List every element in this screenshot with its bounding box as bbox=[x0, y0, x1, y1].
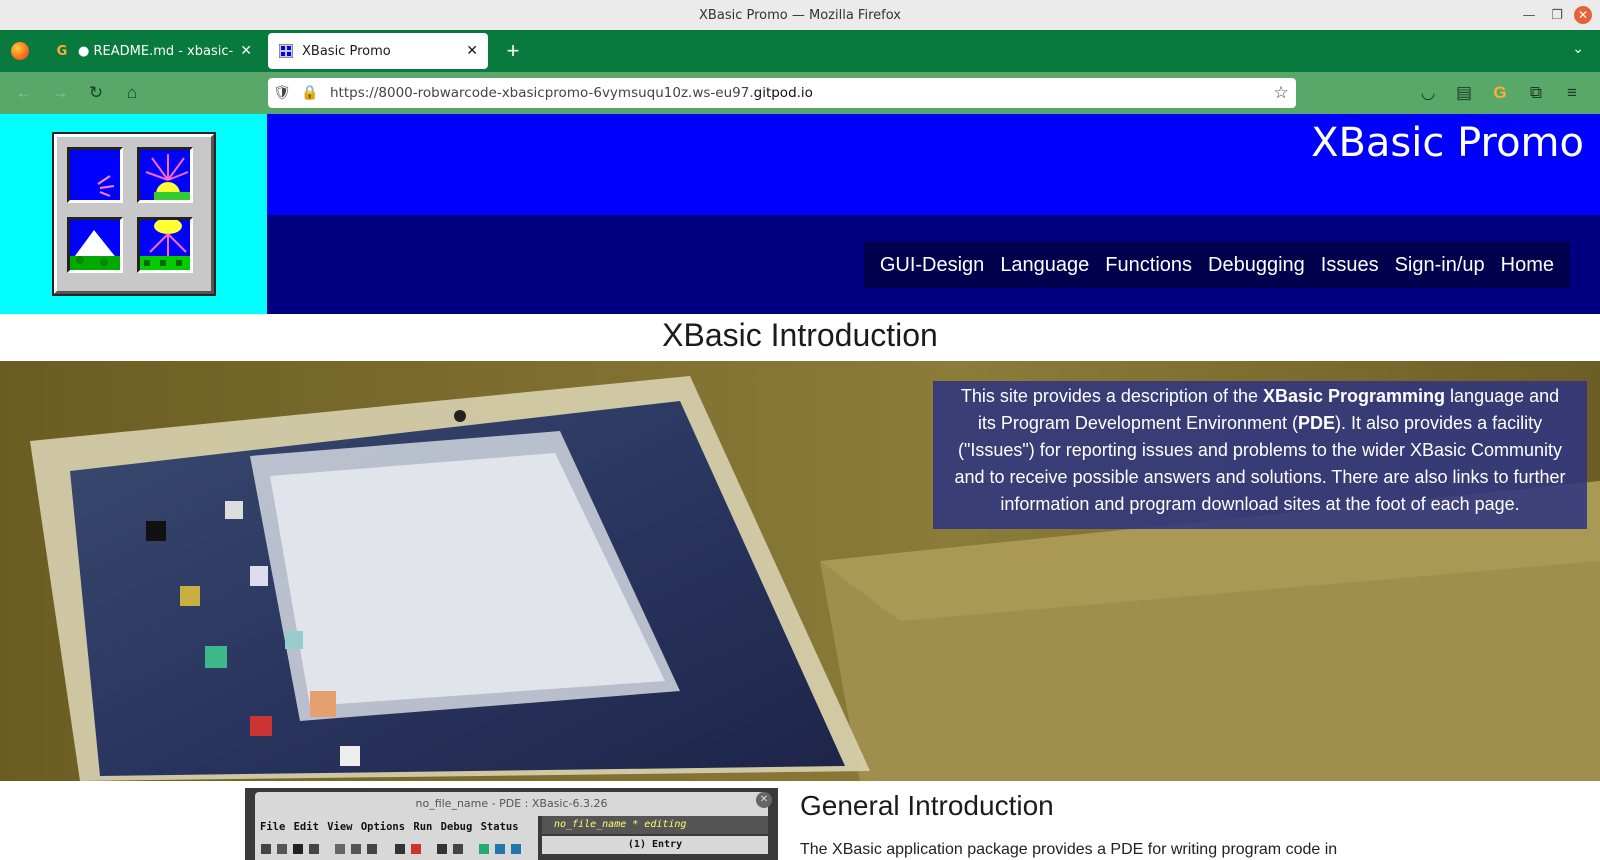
url-prefix: https://8000-robwarcode-xbasicpromo-6vym… bbox=[330, 85, 754, 101]
site-banner: XBasic Promo bbox=[267, 114, 1600, 215]
general-intro-heading: General Introduction bbox=[800, 790, 1054, 821]
window-titlebar: XBasic Promo — Mozilla Firefox — ❐ ✕ bbox=[0, 0, 1600, 30]
pde-status: no_file_name * editing bbox=[542, 816, 768, 834]
home-icon[interactable]: ⌂ bbox=[114, 75, 150, 111]
extensions-icon[interactable]: ⧉ bbox=[1518, 75, 1554, 111]
gitpod-icon: G bbox=[56, 43, 68, 59]
page-content: XBasic Promo GUI-Design Language Functio… bbox=[0, 114, 1600, 860]
reader-view-icon[interactable]: ▤ bbox=[1446, 75, 1482, 111]
firefox-logo-icon bbox=[0, 30, 40, 72]
bookmark-star-icon[interactable]: ☆ bbox=[1266, 83, 1296, 103]
pde-screenshot: no_file_name - PDE : XBasic-6.3.26 ✕ Fil… bbox=[245, 788, 778, 860]
url-bar[interactable]: 🛡 🔒 https://8000-robwarcode-xbasicpromo-… bbox=[268, 78, 1296, 108]
intro-bold-pde: PDE bbox=[1298, 413, 1336, 433]
pocket-icon[interactable]: ◡ bbox=[1410, 75, 1446, 111]
tab-readme[interactable]: G ● README.md - xbasic-pro ✕ bbox=[44, 33, 262, 69]
reload-icon[interactable]: ↻ bbox=[78, 75, 114, 111]
list-all-tabs-icon[interactable]: ⌄ bbox=[1572, 40, 1584, 57]
xbasic-logo[interactable] bbox=[54, 134, 214, 294]
logo-cell-sky bbox=[67, 147, 123, 203]
pde-toolbar bbox=[255, 838, 538, 860]
intro-text: This site provides a description of the bbox=[960, 386, 1263, 406]
app-menu-icon[interactable]: ≡ bbox=[1554, 75, 1590, 111]
lock-icon[interactable]: 🔒 bbox=[296, 85, 324, 101]
tab-label: XBasic Promo bbox=[302, 43, 391, 59]
site-nav-bar: GUI-Design Language Functions Debugging … bbox=[267, 215, 1600, 314]
pde-close-icon: ✕ bbox=[756, 792, 772, 808]
tab-xbasic-promo[interactable]: XBasic Promo ✕ bbox=[268, 33, 488, 69]
nav-gui-design[interactable]: GUI-Design bbox=[872, 254, 992, 277]
maximize-icon[interactable]: ❐ bbox=[1546, 5, 1568, 25]
tracking-protection-icon[interactable]: 🛡 bbox=[268, 85, 296, 101]
logo-cell-mountain bbox=[67, 217, 123, 273]
nav-debugging[interactable]: Debugging bbox=[1200, 254, 1313, 277]
nav-sign-in-up[interactable]: Sign-in/up bbox=[1387, 254, 1493, 277]
intro-description-card: This site provides a description of the … bbox=[933, 381, 1587, 529]
nav-functions[interactable]: Functions bbox=[1097, 254, 1200, 277]
intro-bold-xbasic: XBasic Programming bbox=[1262, 386, 1446, 406]
general-intro-text: The XBasic application package provides … bbox=[800, 841, 1338, 858]
close-window-icon[interactable]: ✕ bbox=[1574, 6, 1592, 24]
url-host: gitpod.io bbox=[753, 85, 813, 101]
main-navigation: GUI-Design Language Functions Debugging … bbox=[863, 242, 1570, 288]
back-icon[interactable]: ← bbox=[6, 75, 42, 111]
intro-heading: XBasic Introduction bbox=[662, 317, 938, 353]
gitpod-extension-icon[interactable]: G bbox=[1482, 75, 1518, 111]
toolbar-right: ◡ ▤ G ⧉ ≡ bbox=[1410, 75, 1590, 111]
minimize-icon[interactable]: — bbox=[1518, 5, 1540, 25]
navigation-toolbar: ← → ↻ ⌂ 🛡 🔒 https://8000-robwarcode-xbas… bbox=[0, 72, 1600, 114]
window-controls: — ❐ ✕ bbox=[1518, 5, 1592, 25]
forward-icon[interactable]: → bbox=[42, 75, 78, 111]
window-title: XBasic Promo — Mozilla Firefox bbox=[699, 7, 901, 23]
pde-entry: (1) Entry bbox=[542, 836, 768, 854]
logo-cell-sunset bbox=[137, 217, 193, 273]
xbasic-favicon-icon bbox=[278, 43, 294, 59]
tab-label: ● README.md - xbasic-pro bbox=[78, 43, 234, 59]
hero-image: This site provides a description of the … bbox=[0, 361, 1600, 781]
nav-language[interactable]: Language bbox=[992, 254, 1097, 277]
tab-bar: G ● README.md - xbasic-pro ✕ XBasic Prom… bbox=[0, 30, 1600, 72]
nav-issues[interactable]: Issues bbox=[1313, 254, 1387, 277]
pde-window-title: no_file_name - PDE : XBasic-6.3.26 bbox=[255, 792, 768, 816]
pde-menu: File Edit View Options Run Debug Status … bbox=[255, 816, 538, 855]
new-tab-icon[interactable]: + bbox=[500, 38, 526, 64]
logo-cell-sunrise bbox=[137, 147, 193, 206]
close-tab-icon[interactable]: ✕ bbox=[466, 43, 478, 59]
logo-panel bbox=[0, 114, 267, 314]
site-title: XBasic Promo bbox=[1311, 120, 1584, 166]
url-text[interactable]: https://8000-robwarcode-xbasicpromo-6vym… bbox=[330, 85, 1266, 101]
nav-home[interactable]: Home bbox=[1493, 254, 1562, 277]
close-tab-icon[interactable]: ✕ bbox=[240, 43, 252, 59]
